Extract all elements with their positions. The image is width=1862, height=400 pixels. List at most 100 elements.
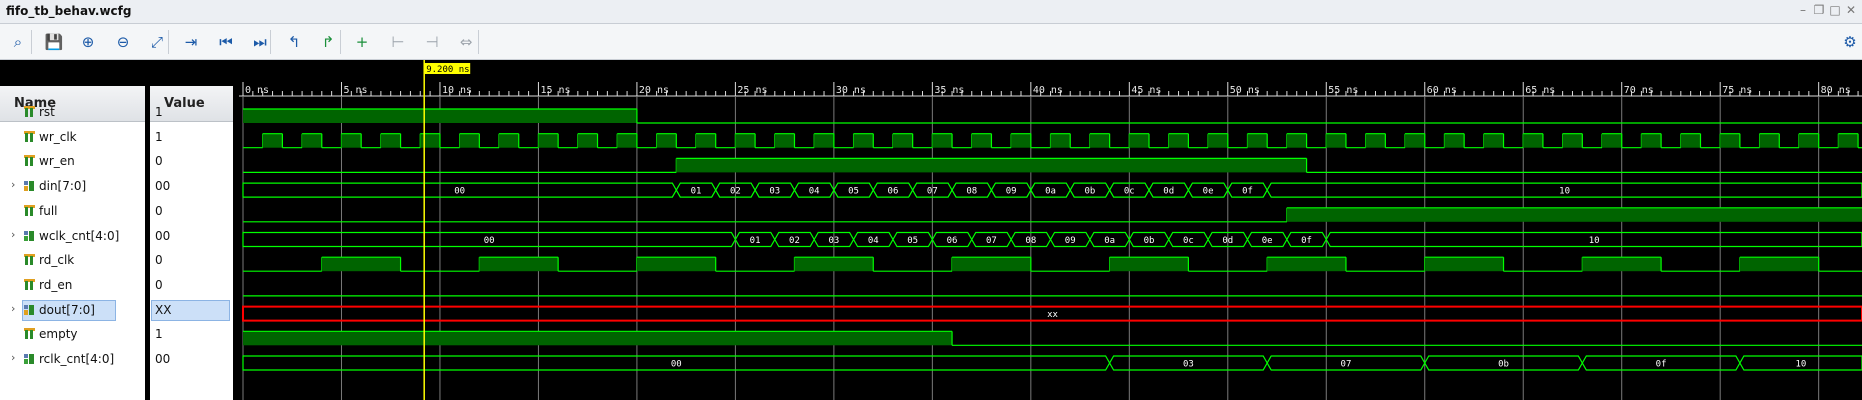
wave-din70[interactable]: 00 01 02 03 04 05 06 07 08 09 0a 0b 0c 0d 0e 0f 10	[242, 182, 1862, 198]
minimize-icon[interactable]: –	[1796, 3, 1810, 17]
high-pulse	[1208, 133, 1228, 148]
previous-transition-icon: ↰	[287, 33, 301, 51]
signal-name: empty	[39, 327, 78, 342]
logic-signal-icon	[24, 155, 35, 168]
wave-rst[interactable]	[243, 108, 1862, 124]
high-pulse	[262, 133, 283, 148]
add-marker-icon: +	[355, 33, 369, 51]
high-pulse	[1602, 133, 1622, 148]
bus-value-label: 05	[848, 187, 859, 197]
wave-rd-clk[interactable]	[243, 256, 1862, 272]
bus-value-label: 07	[1341, 360, 1352, 370]
bus-value-label: 08	[966, 187, 977, 197]
time-tick-label: 10 ns	[442, 85, 472, 96]
signal-value: 0	[155, 203, 163, 218]
high-pulse	[1759, 133, 1780, 148]
bus-value-label: 09	[1065, 236, 1076, 246]
high-pulse	[1562, 133, 1583, 148]
high-pulse	[1680, 133, 1701, 148]
wave-empty[interactable]	[243, 330, 1862, 346]
bus-value-label: 0c	[1124, 187, 1135, 197]
time-tick-label: 20 ns	[639, 85, 669, 96]
time-tick-label: 50 ns	[1230, 85, 1260, 96]
time-tick-label: 40 ns	[1033, 85, 1063, 96]
time-tick-label: 45 ns	[1131, 85, 1161, 96]
settings-button[interactable]: ⚙	[1840, 32, 1860, 52]
restore-icon[interactable]: ❐	[1812, 3, 1826, 17]
high-pulse	[1050, 133, 1071, 148]
bus-value-label: 06	[947, 236, 958, 246]
wave-full[interactable]	[243, 207, 1862, 223]
signal-row[interactable]: rd_en 0	[0, 273, 237, 298]
next-transition-button[interactable]: ↱	[318, 32, 338, 52]
bus-value-label: 0e	[1203, 187, 1214, 197]
previous-marker-button[interactable]: ⊢	[388, 32, 408, 52]
high-pulse	[1011, 133, 1031, 148]
signal-row[interactable]: rd_clk 0	[0, 248, 237, 273]
logic-signal-icon	[24, 278, 35, 291]
high-pulse	[1483, 133, 1504, 148]
wave-wclk-cnt40[interactable]: 00 01 02 03 04 05 06 07 08 09 0a 0b 0c 0d 0e 0f 10	[242, 231, 1862, 248]
signal-row[interactable]: empty 1	[0, 322, 237, 347]
bus-value-label: 01	[750, 236, 761, 246]
high-pulse	[380, 133, 401, 148]
signal-name: rst	[39, 105, 55, 119]
signal-panel: Name Value rst 1 wr_clk 1 wr_en 0 › din[7:0] 00 f…	[0, 60, 237, 400]
wave-wr-clk[interactable]	[243, 133, 1862, 149]
high-pulse	[1424, 257, 1504, 272]
maximize-icon[interactable]: □	[1828, 3, 1842, 17]
save-button[interactable]: 💾	[44, 32, 64, 52]
signal-name: wclk_cnt[4:0]	[39, 228, 120, 243]
high-pulse	[1739, 257, 1819, 272]
cursor-time-label: 9.200 ns	[426, 65, 469, 75]
signal-row[interactable]: › dout[7:0] XX	[0, 298, 237, 323]
previous-transition-button[interactable]: ↰	[284, 32, 304, 52]
signal-row[interactable]: wr_clk 1	[0, 125, 237, 150]
expand-chevron-icon[interactable]: ›	[11, 302, 15, 315]
go-to-cursor-button[interactable]: ⇥	[181, 32, 201, 52]
signal-row[interactable]: full 0	[0, 199, 237, 224]
column-divider[interactable]	[145, 60, 150, 400]
bus-value-label: 00	[484, 236, 495, 246]
logic-signal-icon	[24, 204, 35, 217]
close-icon[interactable]: ✕	[1844, 3, 1858, 17]
high-pulse	[1129, 133, 1150, 148]
wave-dout70[interactable]: xx	[242, 305, 1862, 322]
high-pulse	[794, 257, 874, 272]
swap-cursors-button[interactable]: ⇔	[456, 32, 476, 52]
signal-row[interactable]: › wclk_cnt[4:0] 00	[0, 224, 237, 249]
signal-value: 0	[155, 253, 163, 268]
signal-row[interactable]: rst 1	[0, 100, 237, 125]
zoom-in-icon: ⊕	[81, 33, 95, 51]
signal-row[interactable]: wr_en 0	[0, 149, 237, 174]
high-pulse	[1286, 133, 1307, 148]
search-button[interactable]: ⌕	[8, 32, 28, 52]
go-to-end-button[interactable]: ⏭	[250, 32, 270, 52]
time-tick-label: 25 ns	[737, 85, 767, 96]
zoom-out-button[interactable]: ⊖	[113, 32, 133, 52]
go-to-end-icon: ⏭	[253, 33, 267, 51]
high-pulse	[1247, 133, 1268, 148]
expand-chevron-icon[interactable]: ›	[11, 351, 15, 364]
expand-chevron-icon[interactable]: ›	[11, 178, 15, 191]
signal-row[interactable]: › rclk_cnt[4:0] 00	[0, 347, 237, 372]
wave-rclk-cnt40[interactable]: 00 03 07 0b 0f 10	[242, 355, 1862, 371]
go-to-start-button[interactable]: ⏮	[216, 32, 236, 52]
bus-value-label: 0b	[1498, 360, 1509, 370]
next-marker-button[interactable]: ⊣	[422, 32, 442, 52]
zoom-in-button[interactable]: ⊕	[78, 32, 98, 52]
waveform-area[interactable]: 0 ns 5 ns 10 ns 15 ns 20 ns 25 ns 30 ns 35 ns 40…	[239, 60, 1862, 400]
high-pulse	[341, 133, 362, 148]
panel-divider[interactable]	[233, 60, 237, 400]
expand-chevron-icon[interactable]: ›	[11, 228, 15, 241]
signal-name: wr_clk	[39, 129, 77, 144]
waveform-canvas[interactable]: 0 ns 5 ns 10 ns 15 ns 20 ns 25 ns 30 ns 35 ns 40…	[239, 60, 1862, 400]
wave-wr-en[interactable]	[243, 157, 1862, 174]
zoom-fit-button[interactable]: ⤢	[147, 32, 167, 52]
bus-value-label: 0c	[1183, 236, 1194, 246]
signal-name: dout[7:0]	[39, 302, 95, 317]
high-pulse	[1641, 133, 1662, 148]
add-marker-button[interactable]: +	[352, 32, 372, 52]
signal-row[interactable]: › din[7:0] 00	[0, 174, 237, 199]
signal-value: 00	[155, 228, 171, 243]
